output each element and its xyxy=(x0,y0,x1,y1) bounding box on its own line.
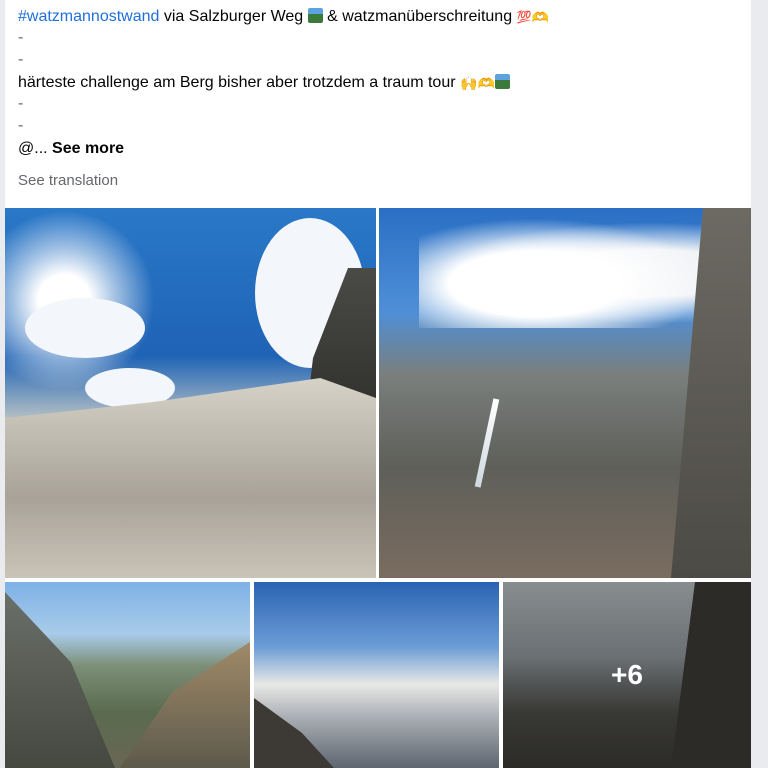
see-more-link[interactable]: See more xyxy=(52,140,124,157)
post-text-segment: via Salzburger Weg xyxy=(159,8,304,26)
more-photos-count[interactable]: +6 xyxy=(503,582,751,768)
post-text-segment: & watzmanüberschreitung xyxy=(322,8,517,26)
post-text: #watzmannostwand via Salzburger Weg & wa… xyxy=(5,0,751,189)
dash-line: - xyxy=(18,95,24,112)
see-translation-link[interactable]: See translation xyxy=(18,172,739,189)
hashtag-link[interactable]: #watzmannostwand xyxy=(18,8,159,25)
raised-hands-emoji-icon: 🙌 xyxy=(460,75,478,91)
hundred-emoji-icon: 💯 xyxy=(516,10,532,24)
mountain-shape xyxy=(120,642,250,768)
snowfield-shape xyxy=(5,378,376,578)
photo-5-more-photos[interactable]: +6 xyxy=(503,582,751,768)
dash-line: - xyxy=(18,51,24,68)
mountain-shape xyxy=(5,592,115,768)
mention-text[interactable]: @... xyxy=(18,140,52,157)
post-line-1: #watzmannostwand via Salzburger Weg & wa… xyxy=(18,6,739,28)
dash-line: - xyxy=(18,29,24,46)
waterfall-shape xyxy=(474,398,500,488)
mountain-photo-emoji-icon xyxy=(307,8,323,24)
photo-2-waterfall-gorge[interactable] xyxy=(379,208,751,578)
post-text-segment: härteste challenge am Berg bisher aber t… xyxy=(18,74,460,92)
photo-3-valley-view[interactable] xyxy=(5,582,250,768)
heart-hands-emoji-icon: 🫶 xyxy=(531,9,549,25)
rock-shape xyxy=(254,698,334,768)
heart-hands-emoji-icon: 🫶 xyxy=(477,75,495,91)
photo-grid: +6 xyxy=(5,208,751,768)
post-line-mention: @... See more xyxy=(18,138,739,160)
photo-4-sea-of-clouds[interactable] xyxy=(254,582,499,768)
photo-1-snowfield-hiker[interactable] xyxy=(5,208,376,578)
post-card: #watzmannostwand via Salzburger Weg & wa… xyxy=(5,0,751,768)
cloud-shape xyxy=(25,298,145,358)
dash-line: - xyxy=(18,117,24,134)
cloud-shape xyxy=(419,218,709,328)
post-line-2: härteste challenge am Berg bisher aber t… xyxy=(18,72,739,94)
mountain-photo-emoji-icon xyxy=(494,74,510,90)
